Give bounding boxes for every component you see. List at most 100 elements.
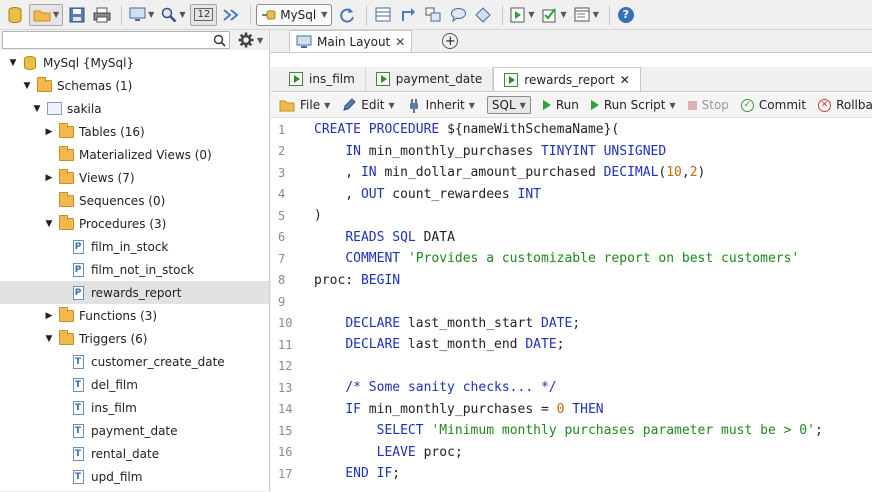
line-number: 14 bbox=[278, 402, 293, 417]
code-text: IF min_monthly_purchases = 0 THEN bbox=[305, 401, 603, 417]
layout-icon[interactable] bbox=[422, 4, 444, 26]
close-icon[interactable]: ✕ bbox=[395, 35, 405, 49]
expand-arrow-down-icon[interactable]: ▼ bbox=[44, 334, 54, 344]
stop-label: Stop bbox=[701, 98, 729, 112]
tab-ins-film[interactable]: ins_film bbox=[279, 67, 366, 91]
code-text: /* Some sanity checks... */ bbox=[305, 380, 557, 396]
tree-node-label: film_in_stock bbox=[91, 239, 169, 254]
folder-icon bbox=[58, 168, 74, 185]
pencil-icon bbox=[342, 98, 356, 112]
code-token: /* Some sanity checks... */ bbox=[345, 380, 557, 396]
refresh-icon[interactable] bbox=[336, 4, 358, 26]
tree-node[interactable]: Pfilm_not_in_stock bbox=[0, 258, 269, 281]
tree-node[interactable]: Tdel_film bbox=[0, 373, 269, 396]
chevron-down-icon: ▼ bbox=[528, 10, 535, 19]
zoom-icon[interactable]: ▼ bbox=[159, 4, 187, 26]
search-input[interactable] bbox=[6, 33, 213, 47]
code-line: 9 bbox=[271, 291, 872, 313]
tree-node[interactable]: Tpayment_date bbox=[0, 419, 269, 442]
window-list-icon[interactable]: ▼ bbox=[572, 4, 601, 26]
connection-selector[interactable]: MySql ▼ bbox=[256, 3, 333, 26]
tree-node[interactable]: Sequences (0) bbox=[0, 189, 269, 212]
code-line: 14 IF min_monthly_purchases = 0 THEN bbox=[271, 399, 872, 421]
check-circle-icon: ✓ bbox=[740, 98, 754, 112]
run-export-icon[interactable]: ▼ bbox=[508, 4, 536, 26]
tree-node[interactable]: Tupd_film bbox=[0, 465, 269, 488]
tree-node[interactable]: Materialized Views (0) bbox=[0, 143, 269, 166]
code-token: DATA bbox=[415, 229, 455, 245]
tree-node[interactable]: Trental_date bbox=[0, 442, 269, 465]
tree-node[interactable]: ▶ Functions (3) bbox=[0, 304, 269, 327]
expand-arrow-down-icon[interactable]: ▼ bbox=[44, 219, 54, 229]
tree-node[interactable]: ▼ Schemas (1) bbox=[0, 74, 269, 97]
line-number: 7 bbox=[278, 251, 286, 266]
save-icon[interactable] bbox=[66, 4, 88, 26]
print-icon[interactable] bbox=[91, 4, 113, 26]
connection-label: MySql bbox=[280, 7, 317, 22]
link-arrow-icon[interactable] bbox=[397, 4, 419, 26]
run-script-button[interactable]: Run Script ▼ bbox=[590, 98, 676, 112]
help-icon[interactable]: ? bbox=[615, 4, 637, 26]
tree-node[interactable]: ▼ MySql {MySql} bbox=[0, 51, 269, 74]
file-menu-button[interactable]: File ▼ bbox=[279, 98, 330, 112]
line-number: 11 bbox=[278, 337, 293, 352]
comment-icon[interactable] bbox=[447, 4, 469, 26]
chevron-down-icon: ▼ bbox=[148, 10, 155, 19]
tree-node[interactable]: ▶ Views (7) bbox=[0, 166, 269, 189]
expand-arrow-right-icon[interactable]: ▶ bbox=[44, 311, 54, 321]
trigger-icon: T bbox=[70, 354, 86, 369]
code-line: 3 , IN min_dollar_amount_purchased DECIM… bbox=[271, 162, 872, 184]
tree-node[interactable]: Prewards_report bbox=[0, 281, 269, 304]
line-number-toggle-button[interactable]: 12 bbox=[190, 3, 218, 26]
open-folder-button[interactable]: ▼ bbox=[29, 3, 64, 26]
code-token: , bbox=[681, 165, 690, 181]
stop-button[interactable]: Stop bbox=[687, 98, 729, 112]
tab-payment-date[interactable]: payment_date bbox=[366, 67, 494, 91]
rollback-button[interactable]: ✕ Rollback bbox=[818, 98, 872, 112]
monitor-icon[interactable]: ▼ bbox=[127, 4, 156, 26]
tree-node[interactable]: ▶ Tables (16) bbox=[0, 120, 269, 143]
code-text: SELECT 'Minimum monthly purchases parame… bbox=[305, 423, 823, 438]
diamond-icon[interactable] bbox=[472, 4, 494, 26]
tree-node[interactable]: ▼ Triggers (6) bbox=[0, 327, 269, 350]
code-line: 10 DECLARE last_month_start DATE; bbox=[271, 313, 872, 335]
tab-rewards-report[interactable]: rewards_report ✕ bbox=[493, 67, 641, 91]
tab-label: payment_date bbox=[395, 72, 483, 86]
tree-node[interactable]: Tcustomer_create_date bbox=[0, 350, 269, 373]
tree-node[interactable]: Pfilm_in_stock bbox=[0, 235, 269, 258]
inherit-menu-button[interactable]: Inherit ▼ bbox=[407, 98, 475, 113]
tab-main-layout[interactable]: Main Layout ✕ bbox=[289, 30, 413, 52]
checklist-icon[interactable]: ▼ bbox=[540, 4, 569, 26]
code-token: CREATE PROCEDURE bbox=[314, 122, 448, 138]
tree-node[interactable]: ▼ sakila bbox=[0, 97, 269, 120]
expand-arrow-down-icon[interactable]: ▼ bbox=[8, 58, 18, 68]
close-icon[interactable]: ✕ bbox=[620, 73, 630, 87]
badge-number: 12 bbox=[194, 8, 214, 21]
expand-arrow-down-icon[interactable]: ▼ bbox=[22, 81, 32, 91]
tab-label: rewards_report bbox=[524, 72, 615, 87]
commit-button[interactable]: ✓ Commit bbox=[740, 98, 806, 112]
code-token: 10 bbox=[666, 165, 682, 181]
arrow-right-icon[interactable] bbox=[220, 4, 242, 26]
gear-icon[interactable]: ▼ bbox=[238, 32, 263, 48]
expand-arrow-down-icon[interactable]: ▼ bbox=[32, 104, 42, 114]
code-line: 1 CREATE PROCEDURE ${nameWithSchemaName}( bbox=[271, 119, 872, 141]
navigator-search-input[interactable] bbox=[2, 31, 230, 49]
expand-arrow-right-icon[interactable]: ▶ bbox=[44, 127, 54, 137]
code-token: , bbox=[314, 165, 361, 181]
database-icon[interactable] bbox=[4, 4, 26, 26]
line-number: 16 bbox=[278, 445, 293, 460]
expand-arrow-right-icon[interactable]: ▶ bbox=[44, 173, 54, 183]
table-icon[interactable] bbox=[372, 4, 394, 26]
run-button[interactable]: Run bbox=[542, 98, 579, 112]
add-tab-button[interactable]: + bbox=[442, 33, 459, 49]
sql-menu-button[interactable]: SQL ▼ bbox=[486, 96, 531, 114]
edit-menu-button[interactable]: Edit ▼ bbox=[342, 98, 395, 112]
tree-node[interactable]: Tins_film bbox=[0, 396, 269, 419]
tree-node[interactable]: ▼ Procedures (3) bbox=[0, 212, 269, 235]
sql-editor[interactable]: 1 CREATE PROCEDURE ${nameWithSchemaName}(… bbox=[271, 119, 872, 492]
code-token: IF bbox=[345, 401, 361, 417]
chevron-down-icon: ▼ bbox=[324, 100, 331, 110]
